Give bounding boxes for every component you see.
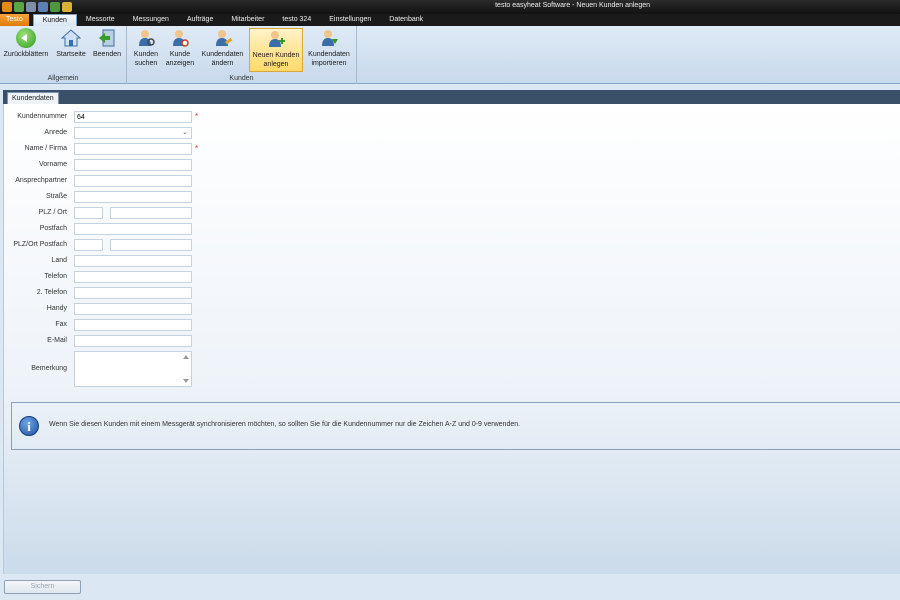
kundennummer-input[interactable] [74, 111, 192, 123]
tab-testo[interactable]: Testo [0, 14, 29, 26]
back-arrow-icon [16, 28, 36, 48]
home-button[interactable]: Startseite [54, 28, 88, 59]
exit-button-label: Beenden [92, 51, 122, 58]
customer-edit-icon [213, 28, 233, 48]
tab-testo-324[interactable]: testo 324 [273, 14, 320, 26]
email-input[interactable] [74, 335, 192, 347]
kundendaten-importieren-line2: importieren [311, 60, 347, 67]
tab-kunden[interactable]: Kunden [32, 14, 77, 26]
window-title: testo easyheat Software - Neuen Kunden a… [495, 2, 650, 9]
ribbon-tabs: Testo Kunden Messorte Messungen Aufträge… [0, 14, 900, 26]
label-fax: Fax [55, 321, 67, 328]
bemerkung-scrollbar[interactable] [182, 353, 190, 385]
name-input[interactable] [74, 143, 192, 155]
handy-input[interactable] [74, 303, 192, 315]
neuen-kunden-anlegen-line1: Neuen Kunden [252, 52, 300, 59]
tab-messungen[interactable]: Messungen [124, 14, 178, 26]
vorname-input[interactable] [74, 159, 192, 171]
info-message: Wenn Sie diesen Kunden mit einem Messger… [49, 421, 521, 428]
kundendaten-aendern-button[interactable]: Kundendaten ändern [199, 28, 246, 68]
label-strasse: Straße [45, 193, 67, 200]
label-anrede: Anrede [44, 129, 67, 136]
ribbon: Zurückblättern Startseite Beenden Allgem… [0, 26, 900, 84]
anrede-select[interactable]: ⌄ [74, 127, 192, 139]
customer-add-icon [266, 29, 286, 49]
tab-messorte[interactable]: Messorte [77, 14, 124, 26]
label-handy: Handy [46, 305, 67, 312]
postfach-ort-input[interactable] [110, 239, 192, 251]
fax-input[interactable] [74, 319, 192, 331]
panel-header: Kundendaten [3, 90, 900, 104]
strasse-input[interactable] [74, 191, 192, 203]
info-box: i Wenn Sie diesen Kunden mit einem Messg… [11, 402, 900, 450]
label-vorname: Vorname [38, 161, 67, 168]
kunden-suchen-line2: suchen [134, 60, 158, 67]
required-marker-kundennummer: * [195, 112, 199, 121]
kunden-suchen-line1: Kunden [133, 51, 159, 58]
ribbon-group-kunden: Kunden suchen Kunde anzeigen Kundendaten… [127, 26, 357, 84]
group-label-kunden: Kunden [229, 75, 254, 82]
customer-form-panel: Kundennummer * Anrede ⌄ Name / Firma * V… [3, 104, 900, 574]
kundendaten-importieren-button[interactable]: Kundendaten importieren [305, 28, 353, 68]
neuen-kunden-anlegen-line2: anlegen [263, 61, 289, 68]
bemerkung-textarea[interactable] [74, 351, 192, 387]
kundendaten-aendern-line1: Kundendaten [201, 51, 244, 58]
ort-input[interactable] [110, 207, 192, 219]
kundendaten-aendern-line2: ändern [211, 60, 234, 67]
ansprechpartner-input[interactable] [74, 175, 192, 187]
kundendaten-importieren-line1: Kundendaten [308, 51, 350, 58]
label-land: Land [51, 257, 67, 264]
info-icon: i [19, 416, 39, 436]
scroll-down-icon[interactable] [183, 379, 189, 383]
telefon-input[interactable] [74, 271, 192, 283]
land-input[interactable] [74, 255, 192, 267]
back-button-label: Zurückblättern [3, 51, 49, 58]
label-telefon: Telefon [44, 273, 67, 280]
back-button[interactable]: Zurückblättern [2, 28, 50, 59]
tab-mitarbeiter[interactable]: Mitarbeiter [222, 14, 273, 26]
neuen-kunden-anlegen-button[interactable]: Neuen Kunden anlegen [249, 28, 303, 72]
home-icon [60, 28, 82, 48]
label-name: Name / Firma [24, 145, 67, 152]
save-button[interactable]: Sichern [4, 580, 81, 594]
home-button-label: Startseite [56, 51, 86, 58]
label-ansprechpartner: Ansprechpartner [15, 177, 67, 184]
ribbon-group-allgemein: Zurückblättern Startseite Beenden Allgem… [0, 26, 127, 84]
kunde-anzeigen-line1: Kunde [169, 51, 191, 58]
postfach-plz-input[interactable] [74, 239, 103, 251]
tab-einstellungen[interactable]: Einstellungen [320, 14, 380, 26]
tab-kundendaten[interactable]: Kundendaten [7, 92, 59, 104]
postfach-input[interactable] [74, 223, 192, 235]
title-bar: testo easyheat Software - Neuen Kunden a… [0, 0, 900, 14]
customer-import-icon [319, 28, 339, 48]
label-bemerkung: Bemerkung [31, 365, 67, 372]
kunde-anzeigen-line2: anzeigen [165, 60, 195, 67]
label-plz-ort: PLZ / Ort [38, 209, 67, 216]
scroll-up-icon[interactable] [183, 355, 189, 359]
group-label-allgemein: Allgemein [47, 75, 79, 82]
customer-view-icon [170, 28, 190, 48]
customer-search-icon [136, 28, 156, 48]
label-postfach: Postfach [39, 225, 67, 232]
telefon2-input[interactable] [74, 287, 192, 299]
chevron-down-icon[interactable]: ⌄ [182, 128, 188, 138]
tab-auftraege[interactable]: Aufträge [178, 14, 222, 26]
kunde-anzeigen-button[interactable]: Kunde anzeigen [164, 28, 196, 68]
required-marker-name: * [195, 144, 199, 153]
exit-icon [97, 28, 117, 48]
label-kundennummer: Kundennummer [17, 113, 67, 120]
plz-input[interactable] [74, 207, 103, 219]
exit-button[interactable]: Beenden [91, 28, 123, 59]
kunden-suchen-button[interactable]: Kunden suchen [131, 28, 161, 68]
label-plz-ort-postfach: PLZ/Ort Postfach [13, 241, 67, 248]
label-telefon2: 2. Telefon [36, 289, 67, 296]
tab-datenbank[interactable]: Datenbank [380, 14, 432, 26]
label-email: E-Mail [47, 337, 67, 344]
